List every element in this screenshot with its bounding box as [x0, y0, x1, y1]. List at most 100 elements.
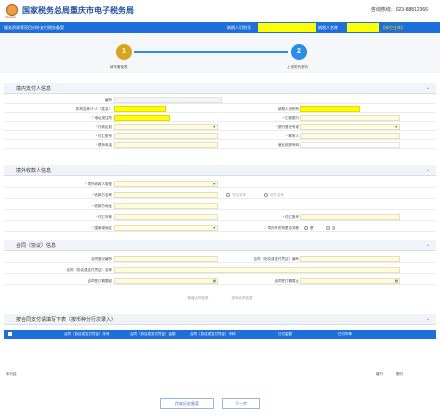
- payment-section-title: 按合同支付请填写下表（按币种分行次录入）: [16, 317, 117, 323]
- phone-field[interactable]: [114, 142, 218, 148]
- total-label: 本行结: [6, 372, 17, 376]
- contract-name-field[interactable]: [114, 267, 400, 273]
- step-1-label: 填写备案表: [110, 65, 128, 69]
- contact-field[interactable]: [300, 133, 400, 139]
- foreign-section-header[interactable]: 境外收款人信息 ⌄: [4, 165, 436, 176]
- row-phone: *联系电话 营业执照号码: [4, 141, 436, 149]
- payment-section-header[interactable]: 按合同支付请填写下表（按币种分行次录入） ⌄: [4, 314, 436, 325]
- field-label: *付汇币种: [95, 215, 112, 219]
- select-all-checkbox[interactable]: [8, 332, 12, 336]
- admin-area-select[interactable]: ▼: [114, 124, 218, 130]
- field-label: 合同（协议或支付凭证）编号: [253, 257, 300, 261]
- chevron-down-icon[interactable]: ⌄: [426, 85, 430, 91]
- calendar-icon: ▦: [212, 279, 216, 283]
- field-label: 合同签订期限止: [274, 279, 300, 283]
- calendar-icon: ▦: [394, 279, 398, 283]
- field-label: *境内外机构是否关联: [265, 226, 299, 230]
- org-name-field[interactable]: [114, 106, 166, 112]
- payee-address-field[interactable]: [114, 203, 218, 209]
- row-payee-addr: *收款方地址: [4, 202, 436, 210]
- radio-person[interactable]: [264, 193, 268, 197]
- contract-code-field[interactable]: [300, 256, 400, 262]
- info-bar: 服务贸易等项目对外支付税务备案 纳税人识别号 纳税人名称 【单位主体】: [0, 22, 440, 33]
- payment-table-header: 合同（协议或支付凭证）序号 合同（协议或支付凭证）金额 合同（协议或支付凭证）币…: [38, 330, 436, 339]
- country-select[interactable]: ▼: [114, 225, 218, 231]
- site-header: Taxation 国家税务总局重庆市电子税务局 咨询热线：023-8881236…: [0, 0, 440, 20]
- row-contract-no: 合同登记编号 合同（协议或支付凭证）编号: [4, 255, 436, 263]
- end-date-field[interactable]: ▦: [300, 278, 400, 284]
- field-label: *收款方名称: [92, 193, 112, 197]
- contract-section-header[interactable]: 合同（协议）信息 ⌄: [4, 240, 436, 251]
- site-title: 国家税务总局重庆市电子税务局: [22, 6, 134, 15]
- payer-id-field[interactable]: [300, 106, 360, 112]
- taxpayer-id-label: 纳税人识别号: [227, 25, 251, 30]
- radio-no[interactable]: [326, 226, 330, 230]
- row-contract-name: 合同（协议或支付凭证）名称: [4, 266, 436, 274]
- field-label: 合同签订期限起: [87, 279, 113, 283]
- remit-bank-field[interactable]: [300, 115, 400, 121]
- chevron-down-icon[interactable]: ⌄: [426, 242, 430, 248]
- row-admin: *行政区划 ▼ *银行登记号或 ▼: [4, 123, 436, 131]
- field-label: 纳税人识别号: [278, 107, 299, 111]
- void-history-button[interactable]: 作废历史备案: [160, 398, 214, 409]
- contract-no-field[interactable]: [114, 256, 218, 262]
- dropdown-arrow-icon: ▼: [212, 125, 216, 129]
- start-date-field[interactable]: ▦: [114, 278, 218, 284]
- radio-org[interactable]: [226, 193, 230, 197]
- taxpayer-id-value: [258, 23, 316, 32]
- field-label: *收款方地址: [92, 204, 112, 208]
- field-label: *国家或地区: [92, 226, 112, 230]
- row-currency: *付汇币种 *付汇账号: [4, 213, 436, 221]
- row-country: *国家或地区 ▼ *境内外机构是否关联 是 否: [4, 224, 436, 232]
- row-number: 编号: [4, 96, 436, 104]
- row-payee-type: *境外收款人类型 ▼: [4, 180, 436, 188]
- domestic-section-title: 境内支付人信息: [16, 86, 52, 92]
- radio-yes[interactable]: [304, 226, 308, 230]
- row-contract-dates: 合同签订期限起 ▦ 合同签订期限止 ▦: [4, 277, 436, 285]
- row-payee-name: *收款方名称 非空名称 境外名称: [4, 191, 436, 199]
- number-field: [114, 97, 222, 103]
- field-label: *境外收款人类型: [85, 182, 112, 186]
- dropdown-arrow-icon: ▼: [394, 125, 398, 129]
- field-label: *联系人: [286, 134, 299, 138]
- domestic-section-header[interactable]: 境内支付人信息 ⌄: [4, 83, 436, 94]
- field-label: *汇款银行: [282, 116, 299, 120]
- radio-person-label: 境外名称: [270, 193, 284, 197]
- currency-field[interactable]: [114, 214, 218, 220]
- payee-type-select[interactable]: ▼: [114, 181, 218, 187]
- query-contract-button[interactable]: 查询合同信息: [222, 294, 262, 302]
- hotline-text: 咨询热线：023-88812366: [370, 7, 428, 13]
- business-license-field[interactable]: [300, 142, 400, 148]
- address-field[interactable]: [114, 115, 170, 121]
- taxpayer-name-value: [347, 23, 379, 32]
- step-2-circle: 2: [291, 44, 307, 60]
- bank-branch-select[interactable]: ▼: [300, 124, 400, 130]
- delete-row-button[interactable]: 删行: [396, 372, 408, 377]
- column-header: 已付金额: [278, 332, 292, 336]
- payee-name-field[interactable]: [114, 192, 218, 198]
- logo-caption: Taxation: [5, 15, 17, 19]
- row-org: 机构名称/个人（姓名） 纳税人识别号: [4, 105, 436, 113]
- radio-yes-label: 是: [310, 226, 314, 230]
- step-connector: [134, 51, 288, 53]
- payment-table-footer: 本行结 增行 删行: [4, 370, 436, 378]
- next-step-button[interactable]: 下一步: [222, 398, 260, 409]
- contract-section-title: 合同（协议）信息: [16, 243, 57, 249]
- add-contract-button[interactable]: 新增合同信息: [178, 294, 218, 302]
- add-row-button[interactable]: 增行: [376, 372, 388, 377]
- field-label: 营业执照号码: [278, 143, 299, 147]
- pay-account-field[interactable]: [114, 133, 218, 139]
- taxpayer-name-label: 纳税人名称: [318, 25, 338, 30]
- entity-type-badge: 【单位主体】: [381, 25, 405, 30]
- dropdown-arrow-icon: ▼: [212, 182, 216, 186]
- chevron-down-icon[interactable]: ⌄: [426, 316, 430, 322]
- radio-no-label: 否: [332, 226, 336, 230]
- column-header: 已付币种: [338, 332, 352, 336]
- chevron-down-icon[interactable]: ⌄: [426, 167, 430, 173]
- foreign-section-title: 境外收款人信息: [16, 168, 52, 174]
- field-label: 合同（协议或支付凭证）名称: [66, 268, 113, 272]
- field-label: *行政区划: [95, 125, 112, 129]
- field-label: 合同登记编号: [91, 257, 112, 261]
- foreign-account-field[interactable]: [300, 214, 400, 220]
- step-progress: 1 填写备案表 2 上传附列资料: [0, 33, 440, 73]
